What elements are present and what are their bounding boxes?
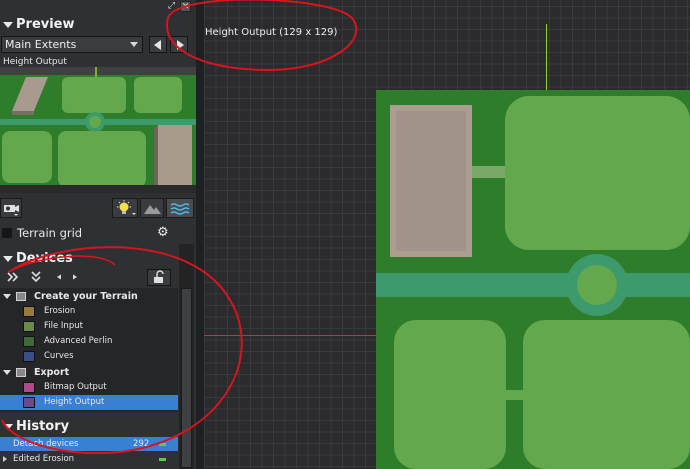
water-mode-button[interactable] xyxy=(166,198,194,218)
device-item-height-output[interactable]: Height Output xyxy=(0,395,178,410)
lighting-button[interactable] xyxy=(112,198,138,218)
arrow-left-icon[interactable] xyxy=(57,274,61,280)
gear-icon[interactable]: ⚙ xyxy=(157,225,169,240)
bitmap-output-icon xyxy=(23,382,35,393)
device-label: Advanced Perlin xyxy=(44,336,113,346)
devices-tree: Create your Terrain Erosion File Input A… xyxy=(0,288,178,412)
viewport-title: Height Output (129 x 129) xyxy=(205,27,338,38)
arrow-left-icon xyxy=(154,40,161,50)
collapse-arrow-icon[interactable] xyxy=(3,370,11,375)
status-indicator xyxy=(159,458,166,461)
device-item-bitmap-output[interactable]: Bitmap Output xyxy=(0,380,178,395)
undock-icon[interactable]: ⤢ xyxy=(166,1,177,12)
status-indicator xyxy=(159,443,166,446)
history-item[interactable]: Detach devices 292 xyxy=(0,437,178,451)
device-group-create-your-terrain[interactable]: Create your Terrain xyxy=(0,289,178,304)
device-label: File Input xyxy=(44,321,83,331)
terrain-mode-button[interactable] xyxy=(140,198,164,218)
history-section-header[interactable]: History xyxy=(0,418,196,436)
history-label: Detach devices xyxy=(13,439,79,449)
window-controls: ⤢ ✕ xyxy=(166,1,194,13)
previous-button[interactable] xyxy=(149,36,167,53)
group-label: Create your Terrain xyxy=(34,291,138,302)
group-label: Export xyxy=(34,367,70,378)
camera-icon xyxy=(4,205,19,216)
extents-dropdown[interactable]: Main Extents xyxy=(1,36,143,53)
devices-title: Devices xyxy=(16,251,73,266)
device-label: Bitmap Output xyxy=(44,382,107,392)
lock-button[interactable] xyxy=(147,269,171,286)
devices-section-header[interactable]: Devices xyxy=(0,250,196,268)
horizontal-guide-line xyxy=(204,335,376,336)
chevron-down-icon xyxy=(130,42,138,47)
device-item-file-input[interactable]: File Input xyxy=(0,319,178,334)
next-button[interactable] xyxy=(170,36,188,53)
terrain-3d-preview[interactable] xyxy=(0,67,196,193)
extents-value: Main Extents xyxy=(5,38,77,51)
scrollbar-thumb[interactable] xyxy=(181,288,192,468)
preview-section-header[interactable]: Preview xyxy=(0,16,196,34)
history-count: 292 xyxy=(133,439,150,449)
collapse-arrow-icon[interactable] xyxy=(3,423,13,430)
history-label: Edited Erosion xyxy=(13,454,75,464)
collapse-arrow-icon[interactable] xyxy=(3,21,13,28)
panel-splitter[interactable] xyxy=(196,0,204,469)
light-bulb-icon xyxy=(117,200,136,215)
heightmap-image xyxy=(376,90,690,469)
curves-icon xyxy=(23,351,35,362)
device-item-curves[interactable]: Curves xyxy=(0,349,178,364)
arrow-right-icon xyxy=(177,40,184,50)
camera-mode-button[interactable] xyxy=(0,198,22,218)
preview-view-label: Height Output xyxy=(3,57,67,67)
perlin-icon xyxy=(23,336,35,347)
close-icon[interactable]: ✕ xyxy=(180,1,191,12)
history-item[interactable]: Edited Erosion xyxy=(0,452,178,466)
preview-title: Preview xyxy=(16,17,75,32)
height-output-icon xyxy=(23,397,35,408)
device-label: Height Output xyxy=(44,397,105,407)
file-input-icon xyxy=(23,321,35,332)
vertical-guide-line xyxy=(546,24,547,90)
terrain-grid-label: Terrain grid xyxy=(17,226,83,240)
device-item-erosion[interactable]: Erosion xyxy=(0,304,178,319)
device-label: Erosion xyxy=(44,306,76,316)
erosion-icon xyxy=(23,306,35,317)
lock-icon xyxy=(154,270,164,283)
collapse-arrow-icon[interactable] xyxy=(3,255,13,262)
terrain-grid-row[interactable]: Terrain grid ⚙ xyxy=(0,224,178,242)
preview-toolbar xyxy=(0,198,196,218)
collapse-arrow-icon[interactable] xyxy=(3,294,11,299)
collapse-all-icon[interactable] xyxy=(31,271,41,283)
arrow-right-icon[interactable] xyxy=(73,274,77,280)
expand-all-icon[interactable] xyxy=(7,272,19,282)
left-panel: Preview Main Extents Height Output Terra… xyxy=(0,0,196,469)
expand-arrow-icon[interactable] xyxy=(3,456,7,462)
group-icon xyxy=(16,292,26,301)
group-icon xyxy=(16,368,26,377)
device-group-export[interactable]: Export xyxy=(0,365,178,380)
terrain-grid-swatch[interactable] xyxy=(2,228,12,238)
mountain-icon xyxy=(144,205,161,214)
device-item-advanced-perlin[interactable]: Advanced Perlin xyxy=(0,334,178,349)
water-icon xyxy=(170,203,190,215)
history-title: History xyxy=(16,419,70,434)
device-label: Curves xyxy=(44,351,74,361)
